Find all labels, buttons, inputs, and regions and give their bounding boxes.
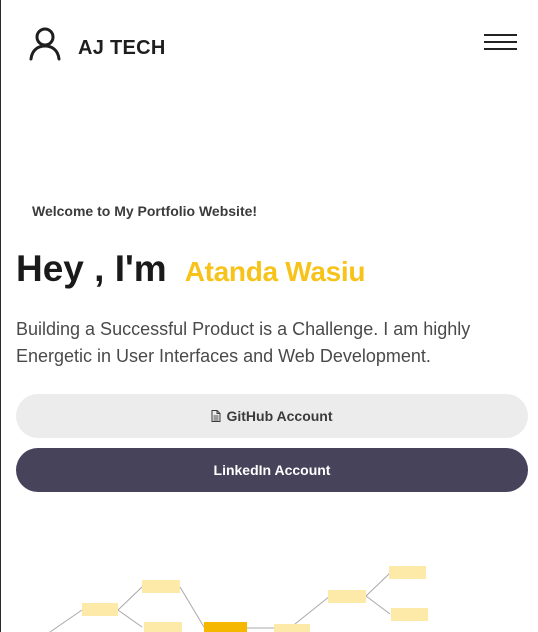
brand-name: AJ TECH (78, 36, 166, 59)
brand[interactable]: AJ TECH (28, 26, 166, 62)
welcome-text: Welcome to My Portfolio Website! (32, 203, 258, 219)
flow-node (389, 566, 426, 579)
document-icon (211, 410, 221, 422)
flow-node (391, 608, 428, 621)
left-border-line (0, 0, 1, 632)
flow-node (82, 603, 118, 616)
flow-node-highlight (204, 622, 247, 632)
github-button-label: GitHub Account (226, 408, 333, 424)
linkedin-button-label: LinkedIn Account (213, 462, 331, 478)
flow-node (274, 624, 310, 632)
hero-name: Atanda Wasiu (184, 256, 366, 287)
flow-node (328, 590, 366, 603)
linkedin-account-button[interactable]: LinkedIn Account (16, 448, 528, 492)
flow-node (144, 622, 182, 632)
hero-heading: Hey , I'm Atanda Wasiu (16, 248, 366, 290)
github-account-button[interactable]: GitHub Account (16, 394, 528, 438)
hero-greeting: Hey , I'm (16, 248, 167, 289)
site-header: AJ TECH (0, 0, 538, 90)
flow-node (142, 580, 180, 593)
flow-illustration (49, 566, 428, 632)
user-outline-icon (29, 27, 61, 61)
hamburger-menu-icon[interactable] (484, 34, 518, 54)
hero-bio: Building a Successful Product is a Chall… (16, 319, 471, 366)
